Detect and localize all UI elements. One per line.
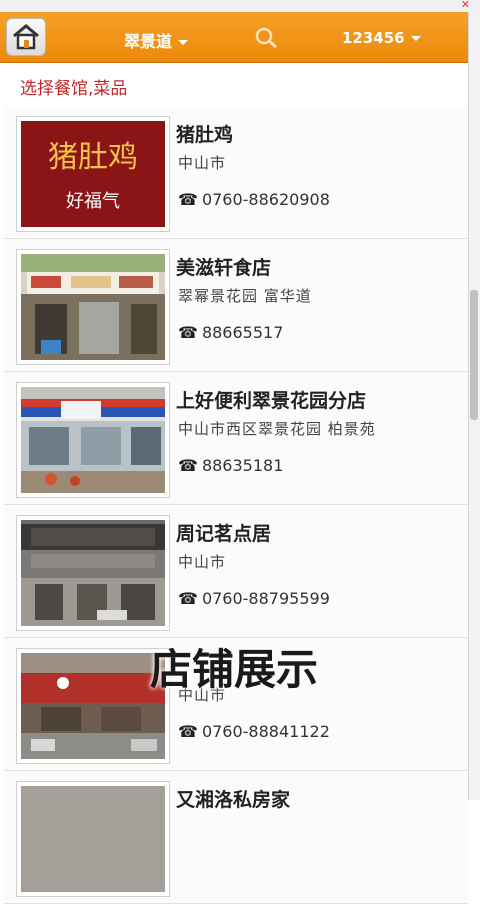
phone-icon: ☎ [178,722,198,741]
scrollbar-thumb[interactable] [470,290,478,420]
restaurant-name: 美滋轩食店 [176,257,272,279]
restaurant-image [16,382,170,498]
restaurant-image [16,249,170,365]
restaurant-name: 又湘洛私房家 [176,789,291,811]
restaurant-phone[interactable]: ☎ 0760-88795599 [178,589,330,608]
home-button[interactable] [6,18,46,56]
phone-number: 88665517 [201,323,284,342]
restaurant-address: 中山市西区翠景花园 柏景苑 [178,420,376,438]
close-icon[interactable]: ✕ [461,0,470,11]
restaurant-name: 猪肚鸡 [176,124,234,146]
overlay-caption: 店铺展示 [149,645,318,694]
search-icon [255,27,277,49]
area-selector[interactable]: 翠景道 [124,28,189,52]
phone-icon: ☎ [178,323,198,342]
top-strip: ✕ [0,0,480,12]
restaurant-list: 猪肚鸡 好福气 猪肚鸡 中山市 ☎ 0760-88620908 美滋轩食店 翠幂… [4,106,468,904]
restaurant-phone[interactable]: ☎ 0760-88841122 [178,722,330,741]
restaurant-image [16,515,170,631]
phone-number: 0760-88841122 [201,722,330,741]
page-prompt: 选择餐馆,菜品 [20,79,128,99]
home-icon [13,24,39,50]
chevron-down-icon [410,36,421,41]
restaurant-name: 上好便利翠景花园分店 [176,390,367,412]
list-item[interactable]: 猪肚鸡 好福气 猪肚鸡 中山市 ☎ 0760-88620908 [4,106,468,239]
phone-icon: ☎ [178,589,198,608]
app-header: 翠景道 123456 [0,12,468,63]
restaurant-phone[interactable]: ☎ 0760-88620908 [178,190,330,209]
list-item[interactable]: 上好便利翠景花园分店 中山市西区翠景花园 柏景苑 ☎ 88635181 [4,372,468,505]
phone-icon: ☎ [178,456,198,475]
list-item[interactable]: 又湘洛私房家 [4,771,468,904]
restaurant-address: 中山市 [178,553,227,571]
area-label: 翠景道 [124,32,173,51]
user-label: 123456 [342,29,405,47]
restaurant-name: 周记茗点居 [176,523,272,545]
phone-icon: ☎ [178,190,198,209]
phone-number: 0760-88795599 [201,589,330,608]
logo-main: 猪肚鸡 [48,140,138,175]
restaurant-phone[interactable]: ☎ 88665517 [178,323,283,342]
restaurant-image [16,781,170,897]
user-selector[interactable]: 123456 [342,29,421,47]
restaurant-address: 翠幂景花园 富华道 [178,287,312,305]
list-item[interactable]: 周记茗点居 中山市 ☎ 0760-88795599 [4,505,468,638]
search-button[interactable] [254,26,280,50]
restaurant-image: 猪肚鸡 好福气 [16,116,170,232]
logo-sub: 好福气 [66,191,120,212]
restaurant-address: 中山市 [178,154,227,172]
chevron-down-icon [178,40,189,45]
restaurant-phone[interactable]: ☎ 88635181 [178,456,283,475]
phone-number: 88635181 [201,456,284,475]
list-item[interactable]: 美滋轩食店 翠幂景花园 富华道 ☎ 88665517 [4,239,468,372]
phone-number: 0760-88620908 [201,190,330,209]
